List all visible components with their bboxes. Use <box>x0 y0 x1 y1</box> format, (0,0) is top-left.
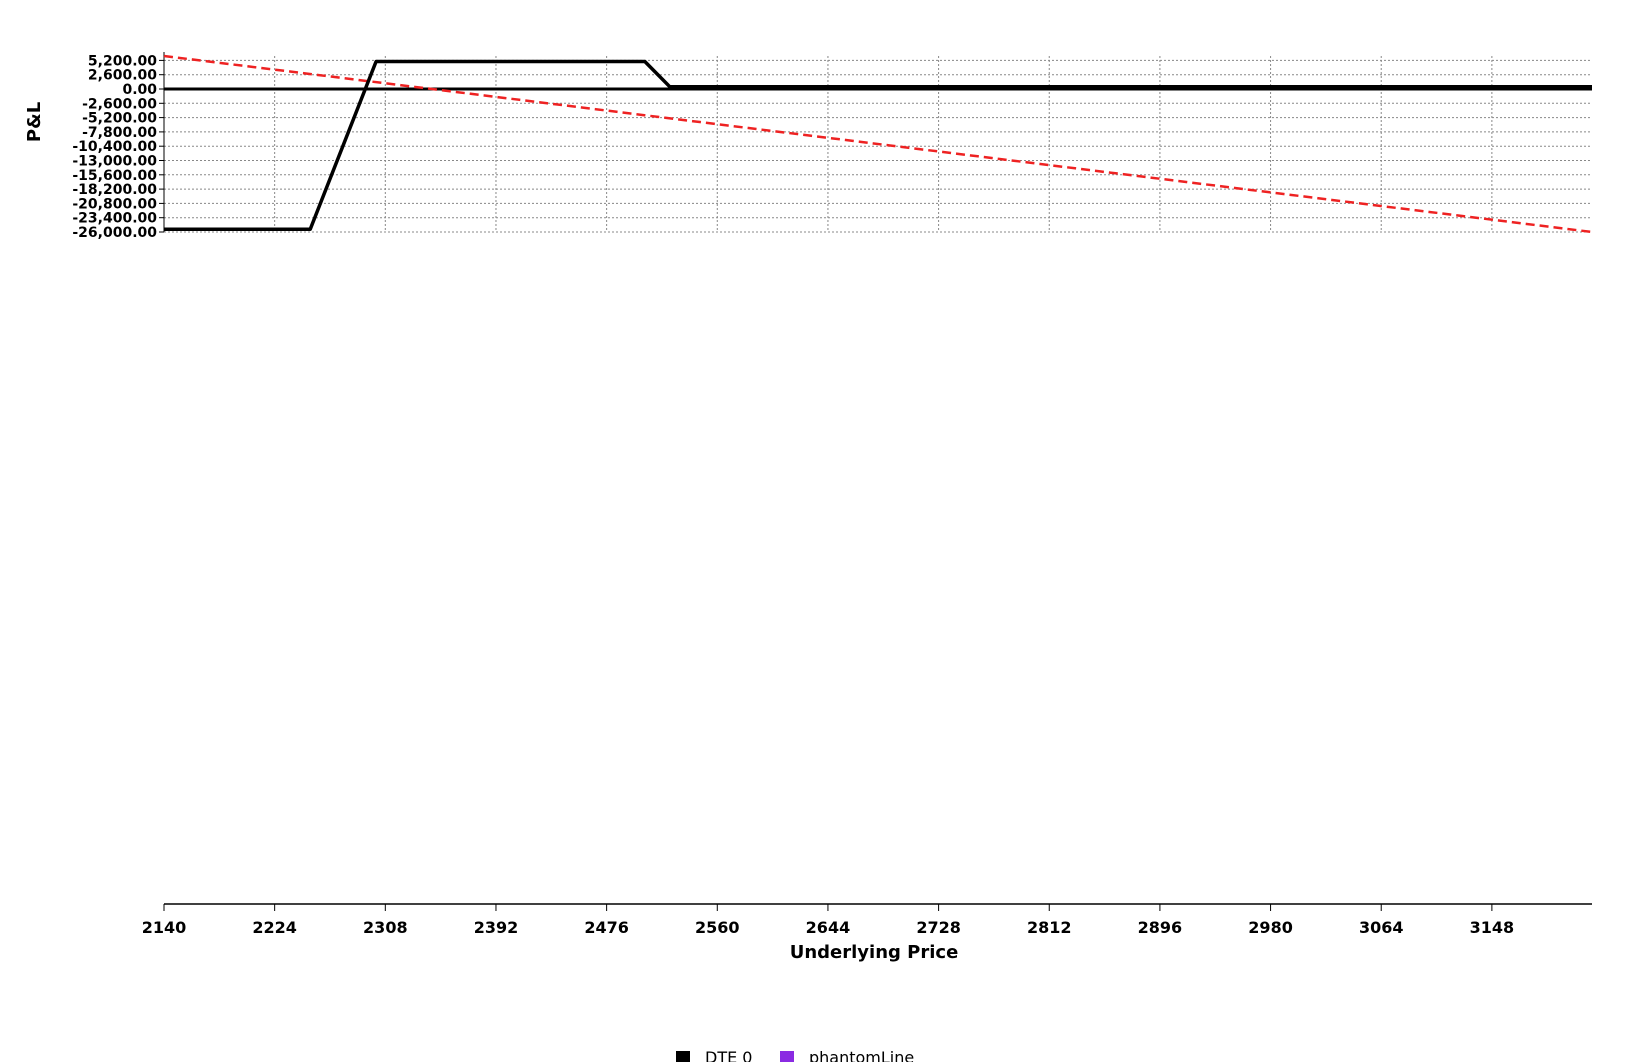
legend-swatch-1 <box>780 1051 794 1062</box>
x-tick-label: 2728 <box>916 918 961 937</box>
axes <box>163 52 1592 911</box>
legend-label-1: phantomLine <box>809 1048 914 1062</box>
series-line-0 <box>164 59 1592 231</box>
x-axis-ticks: 2140 2224 2308 2392 2476 2560 2644 2728 2812 2896… <box>142 904 1514 937</box>
x-tick-label: 2560 <box>695 918 740 937</box>
legend-label-0: DTE 0 <box>705 1048 752 1062</box>
pnl-chart: 5,200.002,600.000.00-2,600.00-5,200.00-7… <box>24 52 1593 1062</box>
x-tick-label: 2896 <box>1138 918 1183 937</box>
series-lines <box>163 54 1593 234</box>
x-axis-title: Underlying Price <box>790 942 959 963</box>
x-tick-label: 2140 <box>142 918 187 937</box>
x-tick-label: 2476 <box>584 918 629 937</box>
x-tick-label: 3064 <box>1359 918 1404 937</box>
y-axis-ticks: 5,200.002,600.000.00-2,600.00-5,200.00-7… <box>72 53 164 241</box>
legend-swatch-0 <box>676 1051 690 1062</box>
x-tick-label: 2308 <box>363 918 408 937</box>
x-tick-label: 2392 <box>474 918 519 937</box>
x-tick-label: 2812 <box>1027 918 1072 937</box>
y-tick-label: -26,000.00 <box>72 225 157 241</box>
x-tick-label: 2224 <box>252 918 297 937</box>
legend: DTE 0 phantomLine <box>676 1048 914 1062</box>
dashed-reference-line <box>163 54 1593 234</box>
x-tick-label: 3148 <box>1470 918 1515 937</box>
x-tick-label: 2980 <box>1248 918 1293 937</box>
y-axis-title: P&L <box>24 102 45 142</box>
x-tick-label: 2644 <box>806 918 851 937</box>
